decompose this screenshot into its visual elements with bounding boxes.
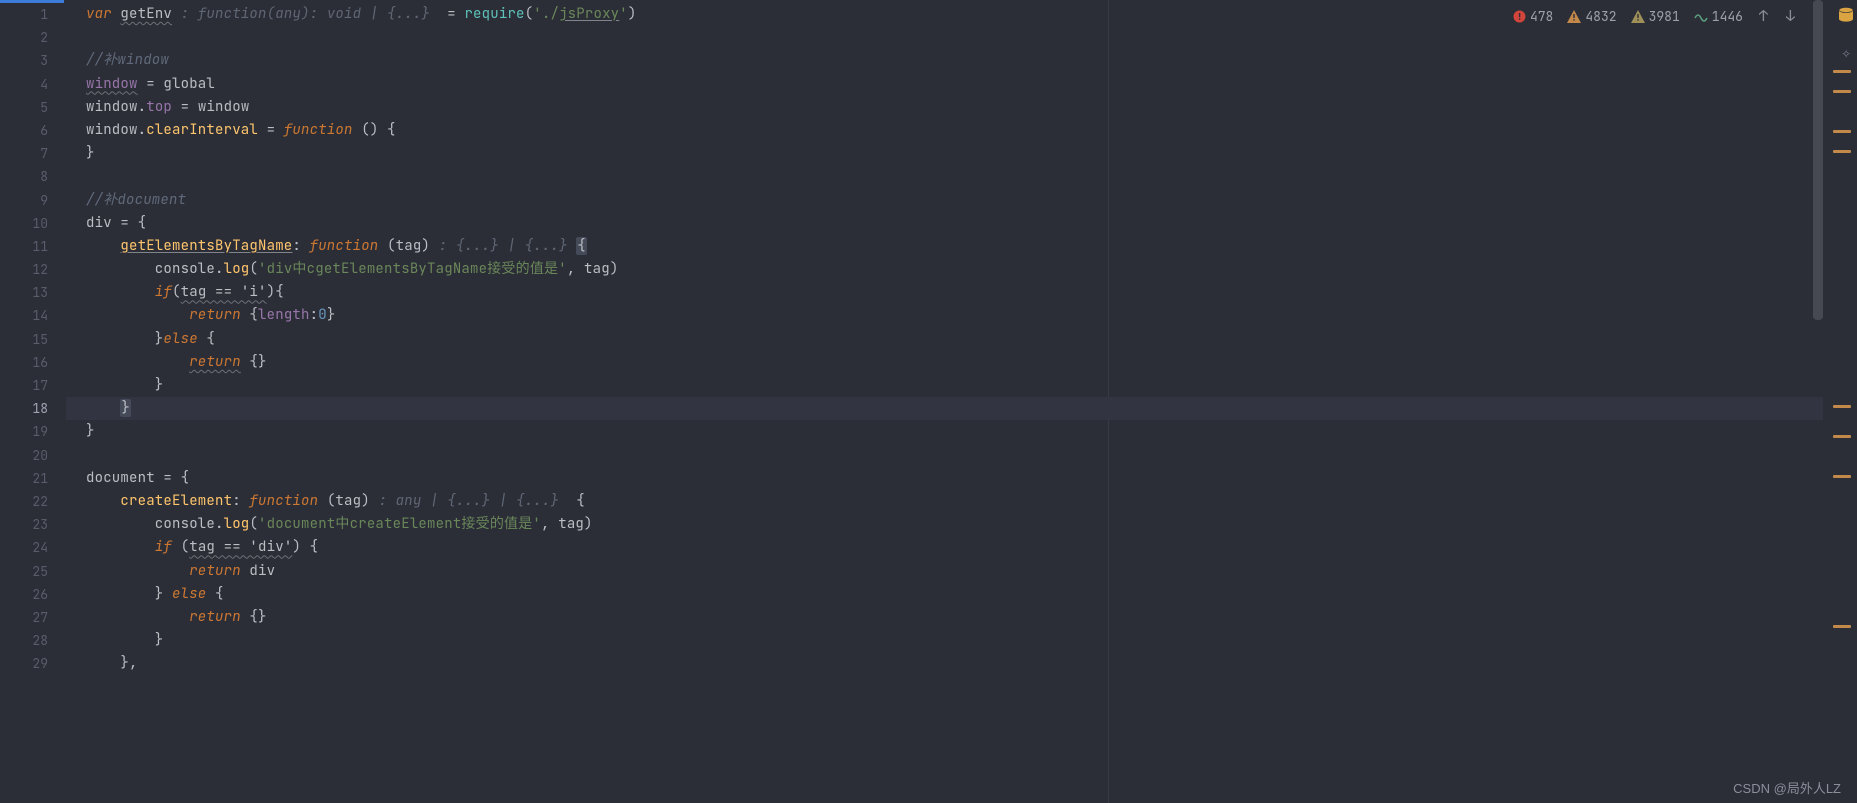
code-line[interactable]: //补window: [66, 49, 1857, 72]
line-number: 2: [0, 26, 66, 49]
line-number: 20: [0, 444, 66, 467]
code-line[interactable]: window = global: [66, 73, 1857, 96]
line-number: 8: [0, 165, 66, 188]
error-stripe-marker[interactable]: [1833, 435, 1851, 438]
code-line[interactable]: //补document: [66, 189, 1857, 212]
code-line[interactable]: return {}: [66, 351, 1857, 374]
code-line[interactable]: [66, 26, 1857, 49]
line-number: 16: [0, 351, 66, 374]
code-line[interactable]: return div: [66, 560, 1857, 583]
line-number-gutter: 1234567891011121314151617181920212223242…: [0, 0, 66, 803]
line-number: 21: [0, 467, 66, 490]
line-number: 25: [0, 560, 66, 583]
line-number: 6: [0, 119, 66, 142]
code-line[interactable]: getElementsByTagName: function (tag) : {…: [66, 235, 1857, 258]
code-line[interactable]: } else {: [66, 583, 1857, 606]
line-number: 15: [0, 328, 66, 351]
error-icon: [1513, 10, 1526, 23]
line-number: 10: [0, 212, 66, 235]
error-stripe-marker[interactable]: [1833, 90, 1851, 93]
inspection-status-bar: 478 4832 3981 1446 ↑ ↓: [1513, 6, 1797, 26]
warning2-count[interactable]: 3981: [1631, 8, 1680, 25]
line-number: 7: [0, 142, 66, 165]
watermark: CSDN @局外人LZ: [1733, 778, 1841, 797]
code-line[interactable]: }: [66, 374, 1857, 397]
line-number: 23: [0, 513, 66, 536]
code-line[interactable]: }: [66, 420, 1857, 443]
line-number: 1: [0, 3, 66, 26]
warning1-count[interactable]: 4832: [1567, 8, 1616, 25]
line-number: 17: [0, 374, 66, 397]
code-line[interactable]: }else {: [66, 328, 1857, 351]
line-number: 28: [0, 629, 66, 652]
typo-icon: [1694, 10, 1708, 23]
code-line[interactable]: return {length:0}: [66, 304, 1857, 327]
line-number: 24: [0, 536, 66, 559]
info-count-value: 1446: [1712, 8, 1743, 25]
error-stripe-marker[interactable]: [1833, 150, 1851, 153]
error-stripe-marker[interactable]: [1833, 475, 1851, 478]
line-number: 12: [0, 258, 66, 281]
code-area[interactable]: var getEnv : function(any): void | {...}…: [66, 0, 1857, 803]
error-stripe-marker[interactable]: [1833, 70, 1851, 73]
line-number: 29: [0, 652, 66, 675]
database-tool-icon[interactable]: [1837, 6, 1855, 29]
active-tab-indicator: [0, 0, 64, 3]
line-number: 26: [0, 583, 66, 606]
code-line[interactable]: console.log('div中cgetElementsByTagName接受…: [66, 258, 1857, 281]
right-tool-strip: ✧: [1823, 0, 1857, 803]
line-number: 27: [0, 606, 66, 629]
line-number: 4: [0, 73, 66, 96]
code-line-current[interactable]: }: [66, 397, 1857, 420]
line-number: 13: [0, 281, 66, 304]
code-line[interactable]: }: [66, 629, 1857, 652]
line-number: 3: [0, 49, 66, 72]
code-line[interactable]: createElement: function (tag) : any | {.…: [66, 490, 1857, 513]
code-line[interactable]: return {}: [66, 606, 1857, 629]
code-line[interactable]: window.clearInterval = function () {: [66, 119, 1857, 142]
warning2-count-value: 3981: [1649, 8, 1680, 25]
error-stripe-marker[interactable]: [1833, 405, 1851, 408]
warning-icon: [1567, 10, 1581, 23]
weak-warning-icon: [1631, 10, 1645, 23]
code-line[interactable]: window.top = window: [66, 96, 1857, 119]
prev-highlight-arrow[interactable]: ↑: [1757, 6, 1770, 26]
code-line[interactable]: },: [66, 652, 1857, 675]
line-number: 11: [0, 235, 66, 258]
code-line[interactable]: div = {: [66, 212, 1857, 235]
info-count[interactable]: 1446: [1694, 8, 1743, 25]
line-number: 18: [0, 397, 66, 420]
code-line[interactable]: console.log('document中createElement接受的值是…: [66, 513, 1857, 536]
code-line[interactable]: }: [66, 142, 1857, 165]
code-line[interactable]: [66, 444, 1857, 467]
code-line[interactable]: [66, 165, 1857, 188]
line-number: 9: [0, 189, 66, 212]
error-count[interactable]: 478: [1513, 8, 1553, 25]
scrollbar-track[interactable]: [1813, 0, 1823, 803]
warning1-count-value: 4832: [1585, 8, 1616, 25]
line-number: 22: [0, 490, 66, 513]
error-stripe-marker[interactable]: [1833, 130, 1851, 133]
code-editor[interactable]: 1234567891011121314151617181920212223242…: [0, 0, 1857, 803]
line-number: 5: [0, 96, 66, 119]
code-line[interactable]: if (tag == 'div') {: [66, 536, 1857, 559]
scrollbar-thumb[interactable]: [1813, 0, 1823, 320]
code-line[interactable]: if(tag == 'i'){: [66, 281, 1857, 304]
error-count-value: 478: [1530, 8, 1553, 25]
line-number: 14: [0, 304, 66, 327]
error-stripe-marker[interactable]: [1833, 625, 1851, 628]
ai-assistant-icon[interactable]: ✧: [1841, 42, 1851, 63]
code-line[interactable]: document = {: [66, 467, 1857, 490]
next-highlight-arrow[interactable]: ↓: [1784, 6, 1797, 26]
line-number: 19: [0, 420, 66, 443]
